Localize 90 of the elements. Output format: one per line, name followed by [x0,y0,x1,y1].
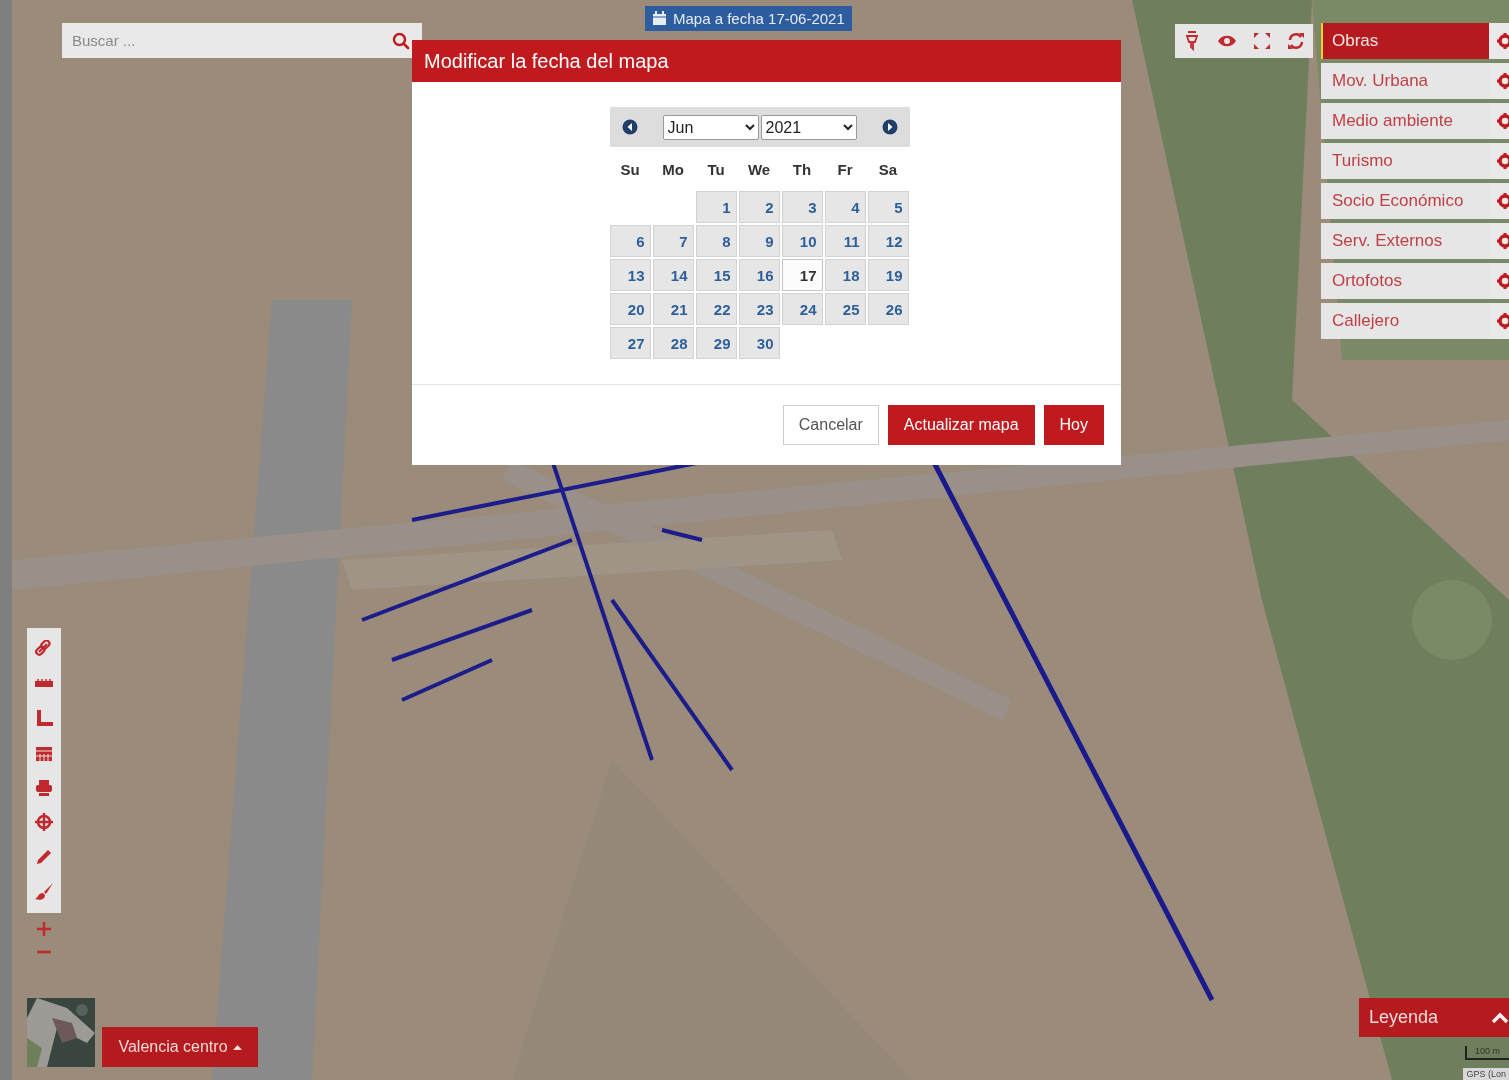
calendar-day[interactable]: 12 [867,225,909,257]
calendar-day[interactable]: 17 [781,259,823,291]
settings-icon [1497,233,1509,249]
calendar-day[interactable]: 2 [738,191,780,223]
caret-icon [232,1044,242,1050]
calendar-day[interactable]: 15 [695,259,737,291]
angle-icon[interactable] [35,709,53,728]
location-button[interactable]: Valencia centro [102,1027,258,1067]
eye-icon[interactable] [1217,34,1237,48]
calendar-day[interactable]: 8 [695,225,737,257]
date-label: Mapa a fecha 17-06-2021 [673,10,845,27]
gear-button[interactable] [1489,263,1509,299]
settings-icon [1497,73,1509,89]
layer-tab[interactable]: Serv. Externos [1321,223,1489,259]
link-icon[interactable] [35,640,53,659]
layer-tab[interactable]: Mov. Urbana [1321,63,1489,99]
layer-tab[interactable]: Ortofotos [1321,263,1489,299]
primary-button[interactable]: Actualizar mapa [887,405,1035,445]
refresh-icon[interactable] [1287,32,1305,50]
calendar-day[interactable]: 26 [867,293,909,325]
calendar-day[interactable]: 19 [867,259,909,291]
layer-tab[interactable]: Callejero [1321,303,1489,339]
calendar-icon[interactable] [35,744,53,763]
settings-icon [1497,313,1509,329]
year-select[interactable]: 2021 [760,114,857,140]
calendar-day[interactable]: 21 [652,293,694,325]
calendar-day[interactable]: 13 [609,259,651,291]
calendar-day[interactable]: 10 [781,225,823,257]
calendar-day[interactable]: 18 [824,259,866,291]
layer-tab[interactable]: Socio Económico [1321,183,1489,219]
calendar-day[interactable]: 23 [738,293,780,325]
settings-icon [1497,113,1509,129]
search-icon[interactable] [392,32,410,50]
settings-icon [1497,153,1509,169]
calendar-day[interactable]: 27 [609,327,651,359]
gear-button[interactable] [1489,103,1509,139]
calendar-day[interactable]: 29 [695,327,737,359]
primary-button[interactable]: Hoy [1043,405,1104,445]
scale-bar: 100 m [1465,1046,1509,1060]
weekday-label: Su [619,159,641,180]
gear-button[interactable] [1489,223,1509,259]
weekday-label: Th [791,159,813,180]
layer-tab[interactable]: Medio ambiente [1321,103,1489,139]
calendar-day[interactable]: 7 [652,225,694,257]
coordinates-label: GPS (Lon [1463,1068,1509,1080]
calendar-day[interactable]: 25 [824,293,866,325]
gear-button[interactable] [1489,303,1509,339]
crosshair-icon[interactable] [35,813,53,832]
calendar-day[interactable]: 22 [695,293,737,325]
month-select[interactable]: Jun [662,114,759,140]
weekday-label: We [746,159,772,180]
calendar-day[interactable]: 24 [781,293,823,325]
calendar-day[interactable]: 14 [652,259,694,291]
calendar-day[interactable]: 20 [609,293,651,325]
layer-tab[interactable]: Obras [1321,23,1489,59]
calendar-day[interactable]: 11 [824,225,866,257]
chevron-icon [1491,1011,1509,1024]
layer-tab[interactable]: Turismo [1321,143,1489,179]
dialog-title: Modificar la fecha del mapa [424,49,669,73]
search-field[interactable]: Buscar ... [62,23,422,58]
pencil-icon[interactable] [35,848,53,867]
fullscreen-icon[interactable] [1253,32,1271,50]
weekday-label: Fr [836,159,854,180]
calendar-day[interactable]: 28 [652,327,694,359]
calendar-day[interactable]: 9 [738,225,780,257]
calendar-day[interactable]: 1 [695,191,737,223]
legend-button[interactable]: Leyenda [1359,998,1509,1037]
weekday-label: Sa [877,159,899,180]
gear-button[interactable] [1489,143,1509,179]
weekday-label: Tu [706,159,726,180]
pointer-icon[interactable] [1183,31,1201,51]
calendar-day[interactable]: 6 [609,225,651,257]
printer-icon[interactable] [35,778,53,797]
date-badge[interactable]: Mapa a fecha 17-06-2021 [645,6,852,31]
calendar-icon [652,11,667,26]
calendar-day[interactable]: 16 [738,259,780,291]
calendar-day[interactable]: 30 [738,327,780,359]
prev-icon[interactable] [621,119,638,135]
calendar-day[interactable]: 4 [824,191,866,223]
settings-icon [1497,273,1509,289]
weekday-label: Mo [661,159,685,180]
calendar-day[interactable]: 5 [867,191,909,223]
cancel-button[interactable]: Cancelar [782,405,879,445]
calendar-day[interactable]: 3 [781,191,823,223]
settings-icon [1497,193,1509,209]
gear-button[interactable] [1489,23,1509,59]
gear-button[interactable] [1489,183,1509,219]
gear-button[interactable] [1489,63,1509,99]
settings-icon [1497,33,1509,49]
next-icon[interactable] [881,119,898,135]
